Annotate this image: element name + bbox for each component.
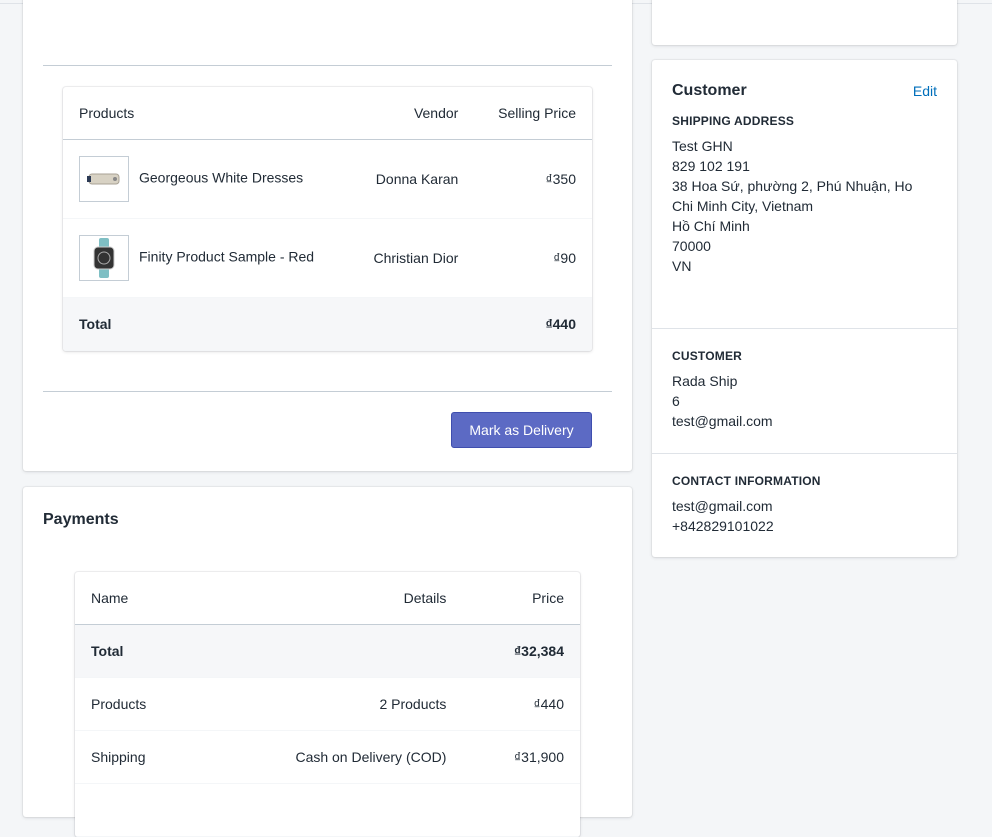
col-selling-price: Selling Price [474, 87, 592, 140]
total-value: ₫440 [474, 297, 592, 351]
total-label: Total [75, 624, 201, 678]
table-row: Finity Product Sample - Red Christian Di… [63, 218, 592, 298]
contact-phone: +842829101022 [672, 518, 774, 534]
table-row: Shipping Cash on Delivery (COD) ₫31,900 [75, 730, 580, 784]
product-vendor: Donna Karan [349, 139, 475, 219]
total-label: Total [63, 297, 350, 351]
payment-details: Cash on Delivery (COD) [200, 730, 463, 784]
edit-customer-link[interactable]: Edit [913, 83, 937, 99]
table-row: Georgeous White Dresses Donna Karan ₫350 [63, 139, 592, 219]
payments-table: Name Details Price Total ₫32,384 Product… [75, 572, 580, 837]
payment-name: Products [75, 677, 201, 731]
divider [43, 65, 612, 66]
shipping-phone: 829 102 191 [672, 158, 750, 174]
shipping-name: Test GHN [672, 138, 733, 154]
table-row [75, 783, 580, 837]
customer-name: Rada Ship [672, 373, 738, 389]
customer-card: Customer Edit Shipping address Test GHN … [652, 60, 957, 557]
shipping-zip: 70000 [672, 238, 711, 254]
shipping-province: Hồ Chí Minh [672, 218, 750, 234]
contact-heading: Contact information [672, 474, 821, 488]
payments-title: Payments [43, 511, 119, 528]
product-price: ₫350 [474, 139, 592, 219]
product-price: ₫90 [474, 218, 592, 298]
fulfillment-card: Products Vendor Selling Price Georgeous … [23, 0, 632, 471]
payment-details: 2 Products [200, 677, 463, 731]
mark-as-delivery-button[interactable]: Mark as Delivery [451, 412, 592, 448]
col-details: Details [200, 572, 463, 625]
customer-heading: Customer [672, 349, 743, 363]
watch-thumbnail-icon[interactable] [79, 234, 129, 281]
shipping-street: 38 Hoa Sứ, phường 2, Phú Nhuận, Ho Chi M… [672, 178, 913, 214]
col-products: Products [63, 87, 350, 140]
shipping-country: VN [672, 258, 692, 274]
customer-card-title: Customer [672, 82, 747, 99]
product-name[interactable]: Georgeous White Dresses [139, 169, 303, 185]
shipping-address-heading: Shipping address [672, 114, 795, 128]
total-details [200, 624, 463, 678]
table-row: Products 2 Products ₫440 [75, 677, 580, 731]
payment-price: ₫440 [462, 677, 580, 731]
usb-drive-thumbnail-icon[interactable] [79, 155, 129, 202]
col-price: Price [462, 572, 580, 625]
contact-email: test@gmail.com [672, 498, 773, 514]
total-row: Total ₫440 [63, 297, 592, 351]
col-vendor: Vendor [349, 87, 475, 140]
products-table: Products Vendor Selling Price Georgeous … [63, 87, 592, 351]
total-row: Total ₫32,384 [75, 624, 580, 678]
product-name[interactable]: Finity Product Sample - Red [139, 248, 314, 264]
payment-price: ₫31,900 [462, 730, 580, 784]
customer-orders: 6 [672, 393, 680, 409]
col-name: Name [75, 572, 201, 625]
table-header: Name Details Price [75, 572, 580, 625]
table-header: Products Vendor Selling Price [63, 87, 592, 140]
customer-email: test@gmail.com [672, 413, 773, 429]
product-vendor: Christian Dior [349, 218, 475, 298]
divider [43, 391, 612, 392]
top-right-card [652, 0, 957, 45]
payments-card: Payments Name Details Price Total ₫32,38… [23, 487, 632, 837]
total-value: ₫32,384 [462, 624, 580, 678]
payment-name: Shipping [75, 730, 201, 784]
